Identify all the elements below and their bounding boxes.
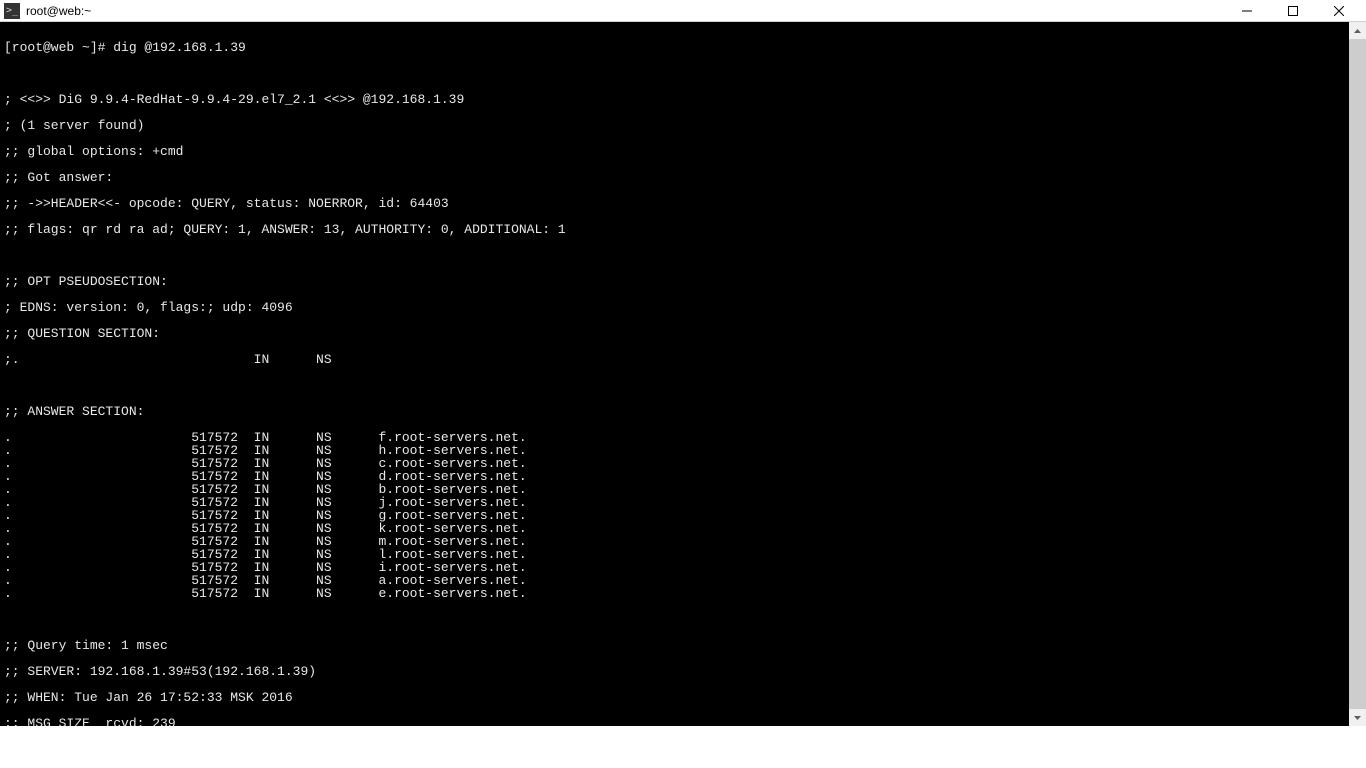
minimize-button[interactable] xyxy=(1224,0,1270,22)
got-answer: ;; Got answer: xyxy=(4,171,1362,184)
answer-header: ;; ANSWER SECTION: xyxy=(4,405,1362,418)
edns-line: ; EDNS: version: 0, flags:; udp: 4096 xyxy=(4,301,1362,314)
window-titlebar: >_ root@web:~ xyxy=(0,0,1366,22)
blank-line xyxy=(4,249,1362,262)
window-controls xyxy=(1224,0,1362,22)
msg-size: ;; MSG SIZE rcvd: 239 xyxy=(4,717,1362,726)
blank-line xyxy=(4,613,1362,626)
maximize-button[interactable] xyxy=(1270,0,1316,22)
window-title: root@web:~ xyxy=(26,4,1224,18)
header-line: ;; ->>HEADER<<- opcode: QUERY, status: N… xyxy=(4,197,1362,210)
scrollbar-thumb[interactable] xyxy=(1349,39,1366,709)
close-button[interactable] xyxy=(1316,0,1362,22)
server-found: ; (1 server found) xyxy=(4,119,1362,132)
vertical-scrollbar[interactable] xyxy=(1349,22,1366,726)
answer-records: . 517572 IN NS f.root-servers.net.. 5175… xyxy=(4,431,1362,600)
flags-line: ;; flags: qr rd ra ad; QUERY: 1, ANSWER:… xyxy=(4,223,1362,236)
when-line: ;; WHEN: Tue Jan 26 17:52:33 MSK 2016 xyxy=(4,691,1362,704)
blank-line xyxy=(4,379,1362,392)
scrollbar-down-arrow-icon[interactable] xyxy=(1349,709,1366,726)
opt-header: ;; OPT PSEUDOSECTION: xyxy=(4,275,1362,288)
dig-banner: ; <<>> DiG 9.9.4-RedHat-9.9.4-29.el7_2.1… xyxy=(4,93,1362,106)
prompt-line: [root@web ~]# dig @192.168.1.39 xyxy=(4,41,1362,54)
scrollbar-track[interactable] xyxy=(1349,39,1366,709)
answer-record: . 517572 IN NS e.root-servers.net. xyxy=(4,587,1362,600)
blank-line xyxy=(4,67,1362,80)
question-header: ;; QUESTION SECTION: xyxy=(4,327,1362,340)
terminal-app-icon: >_ xyxy=(4,3,20,19)
server-line: ;; SERVER: 192.168.1.39#53(192.168.1.39) xyxy=(4,665,1362,678)
query-time: ;; Query time: 1 msec xyxy=(4,639,1362,652)
question-line: ;. IN NS xyxy=(4,353,1362,366)
global-options: ;; global options: +cmd xyxy=(4,145,1362,158)
bottom-margin xyxy=(0,726,1366,768)
scrollbar-up-arrow-icon[interactable] xyxy=(1349,22,1366,39)
terminal-output[interactable]: [root@web ~]# dig @192.168.1.39 ; <<>> D… xyxy=(0,22,1366,726)
